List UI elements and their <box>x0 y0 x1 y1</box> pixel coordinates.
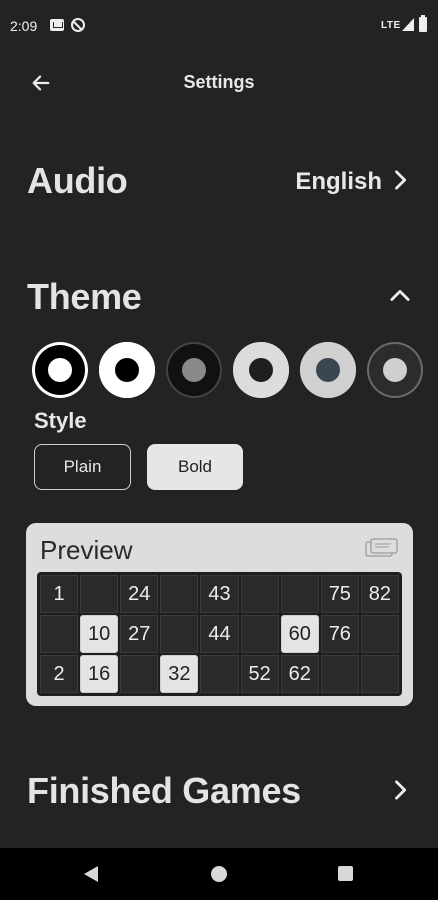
ticket-cell: 24 <box>120 575 159 613</box>
swatch-inner-dot <box>249 358 273 382</box>
theme-swatch-gray-slate[interactable] <box>300 342 356 398</box>
ticket-cell: 62 <box>280 655 319 693</box>
audio-row[interactable]: Audio English <box>0 152 438 212</box>
preview-title: Preview <box>40 535 133 565</box>
ticket-cell: 16 <box>80 655 119 693</box>
page-title: Settings <box>183 72 255 92</box>
ticket-cell: 82 <box>360 575 399 613</box>
theme-swatch-white-black[interactable] <box>99 342 155 398</box>
ticket-cell: 27 <box>120 615 159 653</box>
chevron-up-icon[interactable] <box>386 282 414 310</box>
audio-language-value: English <box>295 168 382 195</box>
theme-swatch-light-dark[interactable] <box>233 342 289 398</box>
status-bar: 2:09 LTE <box>0 0 438 52</box>
ticket-cell: 2 <box>40 655 79 693</box>
nav-recents-icon[interactable] <box>338 866 353 881</box>
theme-row[interactable]: Theme <box>0 268 438 328</box>
style-plain-button[interactable]: Plain <box>34 444 131 490</box>
ticket-cell: 1 <box>40 575 79 613</box>
theme-swatch-black-white[interactable] <box>32 342 88 398</box>
swatch-inner-dot <box>48 358 72 382</box>
ticket-cell <box>80 575 119 613</box>
ticket-cell <box>120 655 159 693</box>
ticket-icon <box>365 538 398 557</box>
style-label: Style <box>34 408 87 433</box>
app-bar: Settings <box>0 52 438 116</box>
finished-games-row[interactable]: Finished Games <box>0 762 438 822</box>
ticket-cell: 32 <box>160 655 199 693</box>
nav-home-icon[interactable] <box>211 866 227 882</box>
nav-back-icon[interactable] <box>84 866 98 882</box>
ticket-cell <box>200 655 239 693</box>
ticket-cell <box>40 615 79 653</box>
theme-swatch-black-gray[interactable] <box>166 342 222 398</box>
battery-icon <box>419 15 427 32</box>
style-bold-button[interactable]: Bold <box>147 444 243 490</box>
do-not-disturb-icon <box>71 18 85 32</box>
ticket-cell: 44 <box>200 615 239 653</box>
ticket-cell <box>360 655 399 693</box>
chevron-right-icon <box>386 166 414 194</box>
ticket-cell <box>320 655 359 693</box>
swatch-inner-dot <box>383 358 407 382</box>
message-icon <box>50 19 64 31</box>
ticket-cell <box>160 575 199 613</box>
signal-icon <box>402 18 414 31</box>
theme-swatch-dark-light[interactable] <box>367 342 423 398</box>
swatch-inner-dot <box>316 358 340 382</box>
theme-label: Theme <box>27 276 142 317</box>
swatch-inner-dot <box>115 358 139 382</box>
ticket-cell: 43 <box>200 575 239 613</box>
ticket-cell <box>280 575 319 613</box>
swatch-inner-dot <box>182 358 206 382</box>
ticket-cell <box>240 575 279 613</box>
status-time: 2:09 <box>10 18 38 34</box>
chevron-right-icon <box>386 776 414 804</box>
theme-swatch-list <box>32 342 438 398</box>
preview-card: Preview 1 24 43 75 82 10 27 44 60 76 2 16 32 52 62 <box>26 523 413 706</box>
ticket-cell <box>160 615 199 653</box>
ticket-cell: 52 <box>240 655 279 693</box>
ticket-cell: 60 <box>280 615 319 653</box>
ticket-cell <box>360 615 399 653</box>
ticket-grid: 1 24 43 75 82 10 27 44 60 76 2 16 32 52 62 <box>37 572 402 696</box>
audio-label: Audio <box>27 160 128 201</box>
finished-games-label: Finished Games <box>27 770 301 811</box>
ticket-cell: 76 <box>320 615 359 653</box>
ticket-cell: 10 <box>80 615 119 653</box>
network-type: LTE <box>381 20 401 31</box>
system-nav-bar <box>0 848 438 900</box>
ticket-cell: 75 <box>320 575 359 613</box>
ticket-cell <box>240 615 279 653</box>
